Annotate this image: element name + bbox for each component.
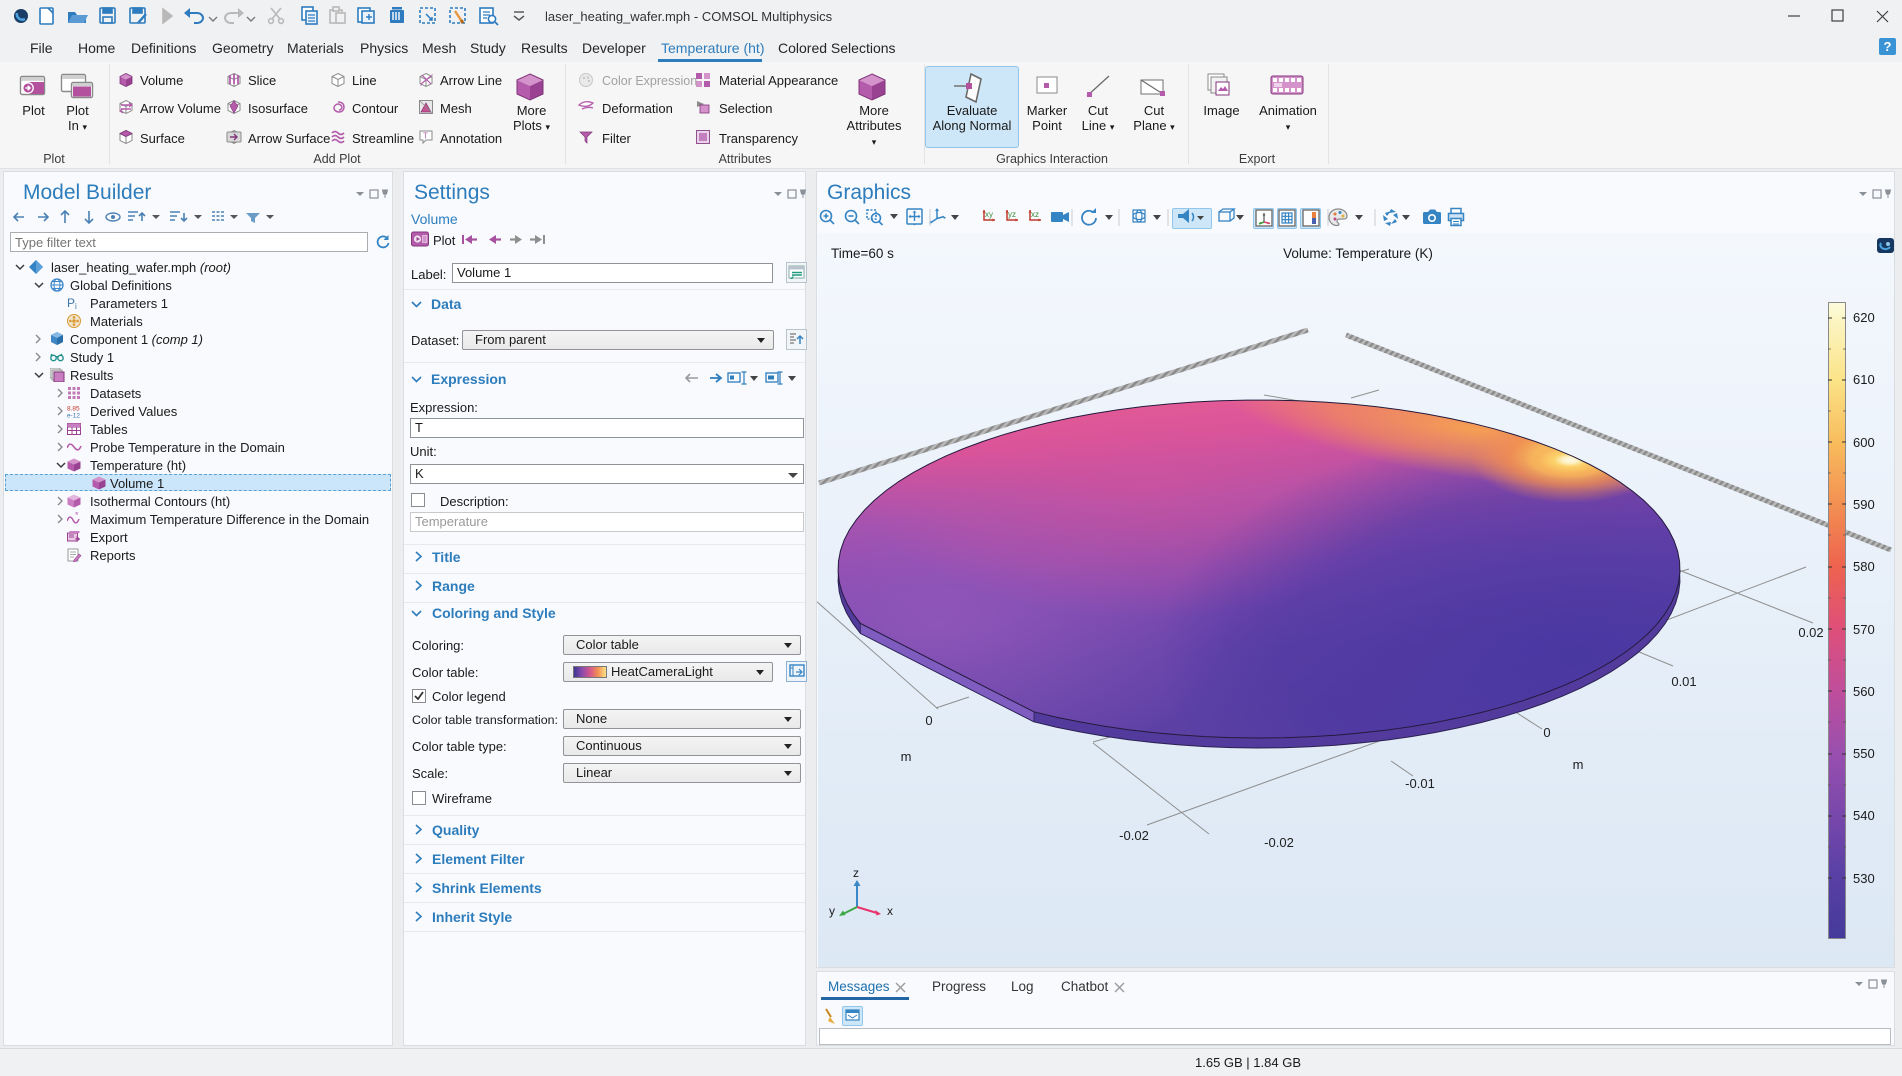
svg-text:-0.02: -0.02 [1119,828,1149,843]
svg-text:m: m [1573,757,1584,772]
svg-text:m: m [901,749,912,764]
svg-text:i: i [75,302,77,310]
svg-text:-0.02: -0.02 [1264,835,1294,850]
svg-text:0: 0 [1543,725,1550,740]
svg-text:P: P [67,296,75,310]
svg-text:e-12: e-12 [67,413,80,419]
svg-text:0: 0 [925,713,932,728]
svg-text:xy: xy [985,210,993,219]
svg-text:z: z [853,866,859,880]
svg-text:8.85: 8.85 [67,406,80,413]
svg-text:yz: yz [1008,210,1016,219]
svg-text:laser_heating_wafer.mph - COMS: laser_heating_wafer.mph - COMSOL Multiph… [545,9,833,24]
svg-text:x: x [887,904,893,918]
svg-text:0.02: 0.02 [1798,625,1823,640]
svg-text:y: y [829,904,835,918]
svg-text:xz: xz [1031,210,1039,219]
svg-text:*: * [75,512,79,520]
svg-text:T: T [423,132,428,141]
svg-text:0.01: 0.01 [1671,674,1696,689]
svg-text:-0.01: -0.01 [1405,776,1435,791]
